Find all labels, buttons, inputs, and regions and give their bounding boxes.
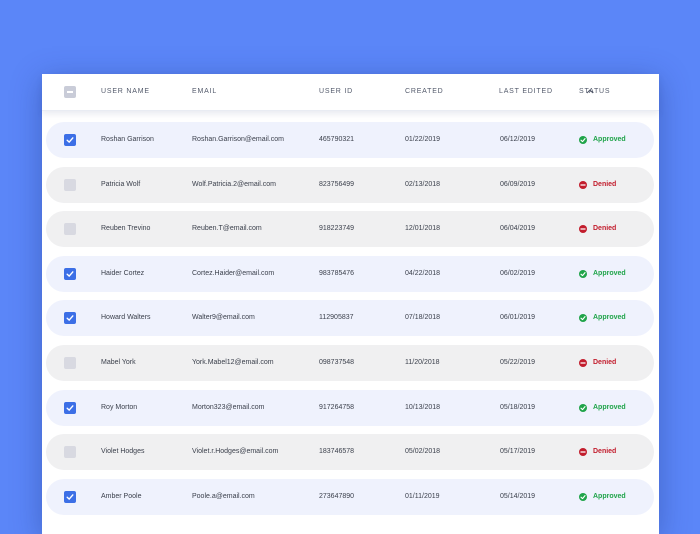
user-name-cell: Howard Walters [101, 314, 151, 322]
select-all-checkbox[interactable] [64, 86, 76, 98]
users-table: USER NAME EMAIL USER ID CREATED LAST EDI… [42, 74, 659, 534]
status-label: Denied [593, 359, 617, 366]
column-header-created[interactable]: CREATED [405, 88, 444, 95]
checkmark-icon [66, 270, 74, 277]
user-name-cell: Violet Hodges [101, 448, 145, 456]
last-edited-cell: 05/14/2019 [500, 492, 536, 500]
user-name-cell: Reuben Trevino [101, 225, 151, 233]
column-header-status[interactable]: STATUS [579, 88, 610, 95]
user-id-cell: 112905837 [319, 314, 354, 322]
column-header-user-id[interactable]: USER ID [319, 88, 353, 95]
email-cell: Poole.a@email.com [192, 492, 255, 500]
email-cell: Walter9@email.com [192, 314, 255, 322]
email-cell: Morton323@email.com [192, 403, 265, 411]
last-edited-cell: 05/18/2019 [500, 403, 536, 411]
user-name-cell: Patricia Wolf [101, 180, 141, 188]
user-id-cell: 465790321 [319, 136, 355, 143]
row-checkbox[interactable] [64, 357, 76, 369]
user-id-cell: 183746578 [319, 448, 355, 456]
created-cell: 05/02/2018 [405, 448, 441, 456]
status-label: Denied [593, 225, 617, 233]
user-id-cell: 098737548 [319, 359, 355, 366]
last-edited-cell: 05/17/2019 [500, 448, 536, 456]
email-cell: Roshan.Garrison@email.com [192, 136, 284, 143]
checkmark-icon [66, 493, 74, 500]
column-header-user-name[interactable]: USER NAME [101, 88, 150, 95]
created-cell: 01/11/2019 [405, 492, 440, 500]
user-name-cell: Haider Cortez [101, 269, 145, 277]
table-row[interactable]: Amber Poole Poole.a@email.com 273647890 01/… [46, 478, 654, 515]
checkmark-icon [66, 315, 74, 322]
email-cell: Wolf.Patricia.2@email.com [192, 180, 276, 188]
email-cell: Cortez.Haider@email.com [192, 269, 275, 277]
status-label: Denied [593, 180, 617, 188]
created-cell: 11/20/2018 [405, 359, 440, 366]
created-cell: 02/13/2018 [405, 180, 441, 188]
user-name-cell: Roshan Garrison [101, 136, 154, 143]
checkmark-icon [66, 404, 74, 411]
last-edited-cell: 06/12/2019 [500, 136, 536, 143]
check-circle-icon [579, 403, 587, 412]
table-row[interactable]: Haider Cortez Cortez.Haider@email.com 9837… [46, 255, 654, 292]
check-circle-icon [579, 314, 587, 323]
user-id-cell: 983785476 [319, 269, 355, 277]
email-cell: Violet.r.Hodges@email.com [192, 448, 279, 456]
minus-circle-icon [579, 359, 587, 367]
user-id-cell: 273647890 [319, 492, 355, 500]
minus-circle-icon [579, 448, 587, 457]
user-name-cell: Mabel York [101, 359, 136, 366]
user-id-cell: 823756499 [319, 180, 355, 188]
checkmark-icon [66, 137, 74, 143]
status-label: Approved [593, 492, 626, 500]
table-row[interactable]: Roy Morton Morton323@email.com 917264758 10… [46, 389, 654, 426]
email-cell: York.Mabel12@email.com [192, 359, 274, 366]
table-row[interactable]: Howard Walters Walter9@email.com 112905837… [46, 300, 654, 337]
table-row[interactable]: Roshan Garrison Roshan.Garrison@email.com… [46, 122, 654, 158]
check-circle-icon [579, 492, 587, 501]
row-checkbox[interactable] [64, 401, 76, 414]
user-name-cell: Roy Morton [101, 403, 138, 411]
last-edited-cell: 06/01/2019 [500, 314, 536, 322]
row-checkbox[interactable] [64, 267, 76, 280]
created-cell: 07/18/2018 [405, 314, 441, 322]
table-row[interactable]: Violet Hodges Violet.r.Hodges@email.com 18… [46, 434, 654, 471]
table-row[interactable]: Patricia Wolf Wolf.Patricia.2@email.com 82… [46, 166, 654, 203]
last-edited-cell: 06/04/2019 [500, 225, 536, 233]
row-checkbox[interactable] [64, 490, 76, 503]
status-label: Approved [593, 136, 626, 143]
table-row[interactable]: Mabel York York.Mabel12@email.com 09873754… [46, 345, 654, 381]
column-header-last-edited[interactable]: LAST EDITED [499, 88, 553, 95]
table-header: USER NAME EMAIL USER ID CREATED LAST EDI… [42, 74, 659, 111]
row-checkbox[interactable] [64, 312, 76, 325]
user-id-cell: 918223749 [319, 225, 355, 233]
user-id-cell: 917264758 [319, 403, 355, 411]
status-label: Approved [593, 314, 626, 322]
check-circle-icon [579, 136, 587, 144]
minus-circle-icon [579, 225, 587, 234]
row-checkbox[interactable] [64, 178, 76, 191]
created-cell: 04/22/2018 [405, 269, 441, 277]
created-cell: 01/22/2019 [405, 136, 441, 143]
last-edited-cell: 06/02/2019 [500, 269, 536, 277]
email-cell: Reuben.T@email.com [192, 225, 262, 233]
status-label: Approved [593, 269, 626, 277]
user-name-cell: Amber Poole [101, 492, 142, 500]
check-circle-icon [579, 269, 587, 278]
table-row[interactable]: Reuben Trevino Reuben.T@email.com 91822374… [46, 211, 654, 248]
minus-circle-icon [579, 180, 587, 189]
created-cell: 10/13/2018 [405, 403, 441, 411]
row-checkbox[interactable] [64, 223, 76, 236]
last-edited-cell: 05/22/2019 [500, 359, 536, 366]
row-checkbox[interactable] [64, 446, 76, 459]
status-label: Denied [593, 448, 617, 456]
last-edited-cell: 06/09/2019 [500, 180, 536, 188]
created-cell: 12/01/2018 [405, 225, 441, 233]
row-checkbox[interactable] [64, 134, 76, 146]
status-label: Approved [593, 403, 626, 411]
column-header-email[interactable]: EMAIL [192, 88, 217, 95]
